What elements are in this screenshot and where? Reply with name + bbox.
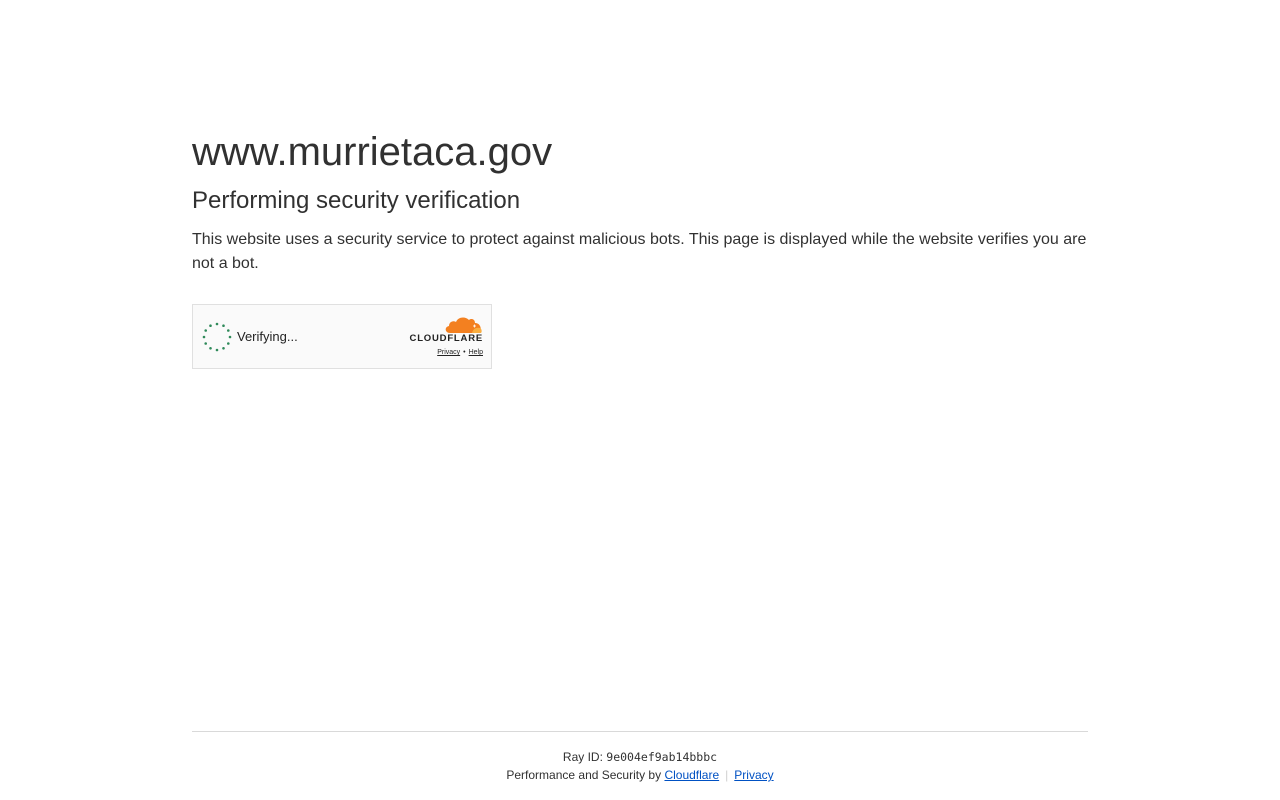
widget-help-link[interactable]: Help (469, 349, 483, 356)
performance-label: Performance and Security by (506, 768, 662, 782)
main-content: www.murrietaca.gov Performing security v… (192, 128, 1088, 276)
verifying-status: Verifying... (237, 329, 298, 344)
ray-id-line: Ray ID: 9e004ef9ab14bbbc (192, 748, 1088, 766)
cloudflare-logo-icon (445, 317, 482, 333)
footer-divider (192, 731, 1088, 732)
turnstile-widget[interactable]: Verifying... CLOUDFLARE Privacy • Help (192, 304, 492, 369)
page-subtitle: Performing security verification (192, 187, 521, 214)
footer: Ray ID: 9e004ef9ab14bbbc Performance and… (192, 748, 1088, 784)
cloudflare-wordmark: CLOUDFLARE (409, 333, 483, 344)
footer-privacy-link[interactable]: Privacy (734, 768, 773, 782)
widget-privacy-link[interactable]: Privacy (437, 349, 460, 356)
cloudflare-link[interactable]: Cloudflare (664, 768, 719, 782)
cloudflare-branding: CLOUDFLARE Privacy • Help (403, 316, 483, 361)
ray-id-label: Ray ID: (562, 750, 603, 764)
spinner-icon (202, 322, 232, 352)
widget-links: Privacy • Help (437, 349, 483, 356)
performance-line: Performance and Security by Cloudflare | P… (192, 766, 1088, 784)
ray-id-value: 9e004ef9ab14bbbc (606, 750, 718, 764)
site-title: www.murrietaca.gov (192, 130, 553, 174)
footer-separator: | (725, 768, 729, 782)
widget-link-separator: • (463, 349, 466, 356)
verification-description: This website uses a security service to … (192, 231, 1087, 272)
